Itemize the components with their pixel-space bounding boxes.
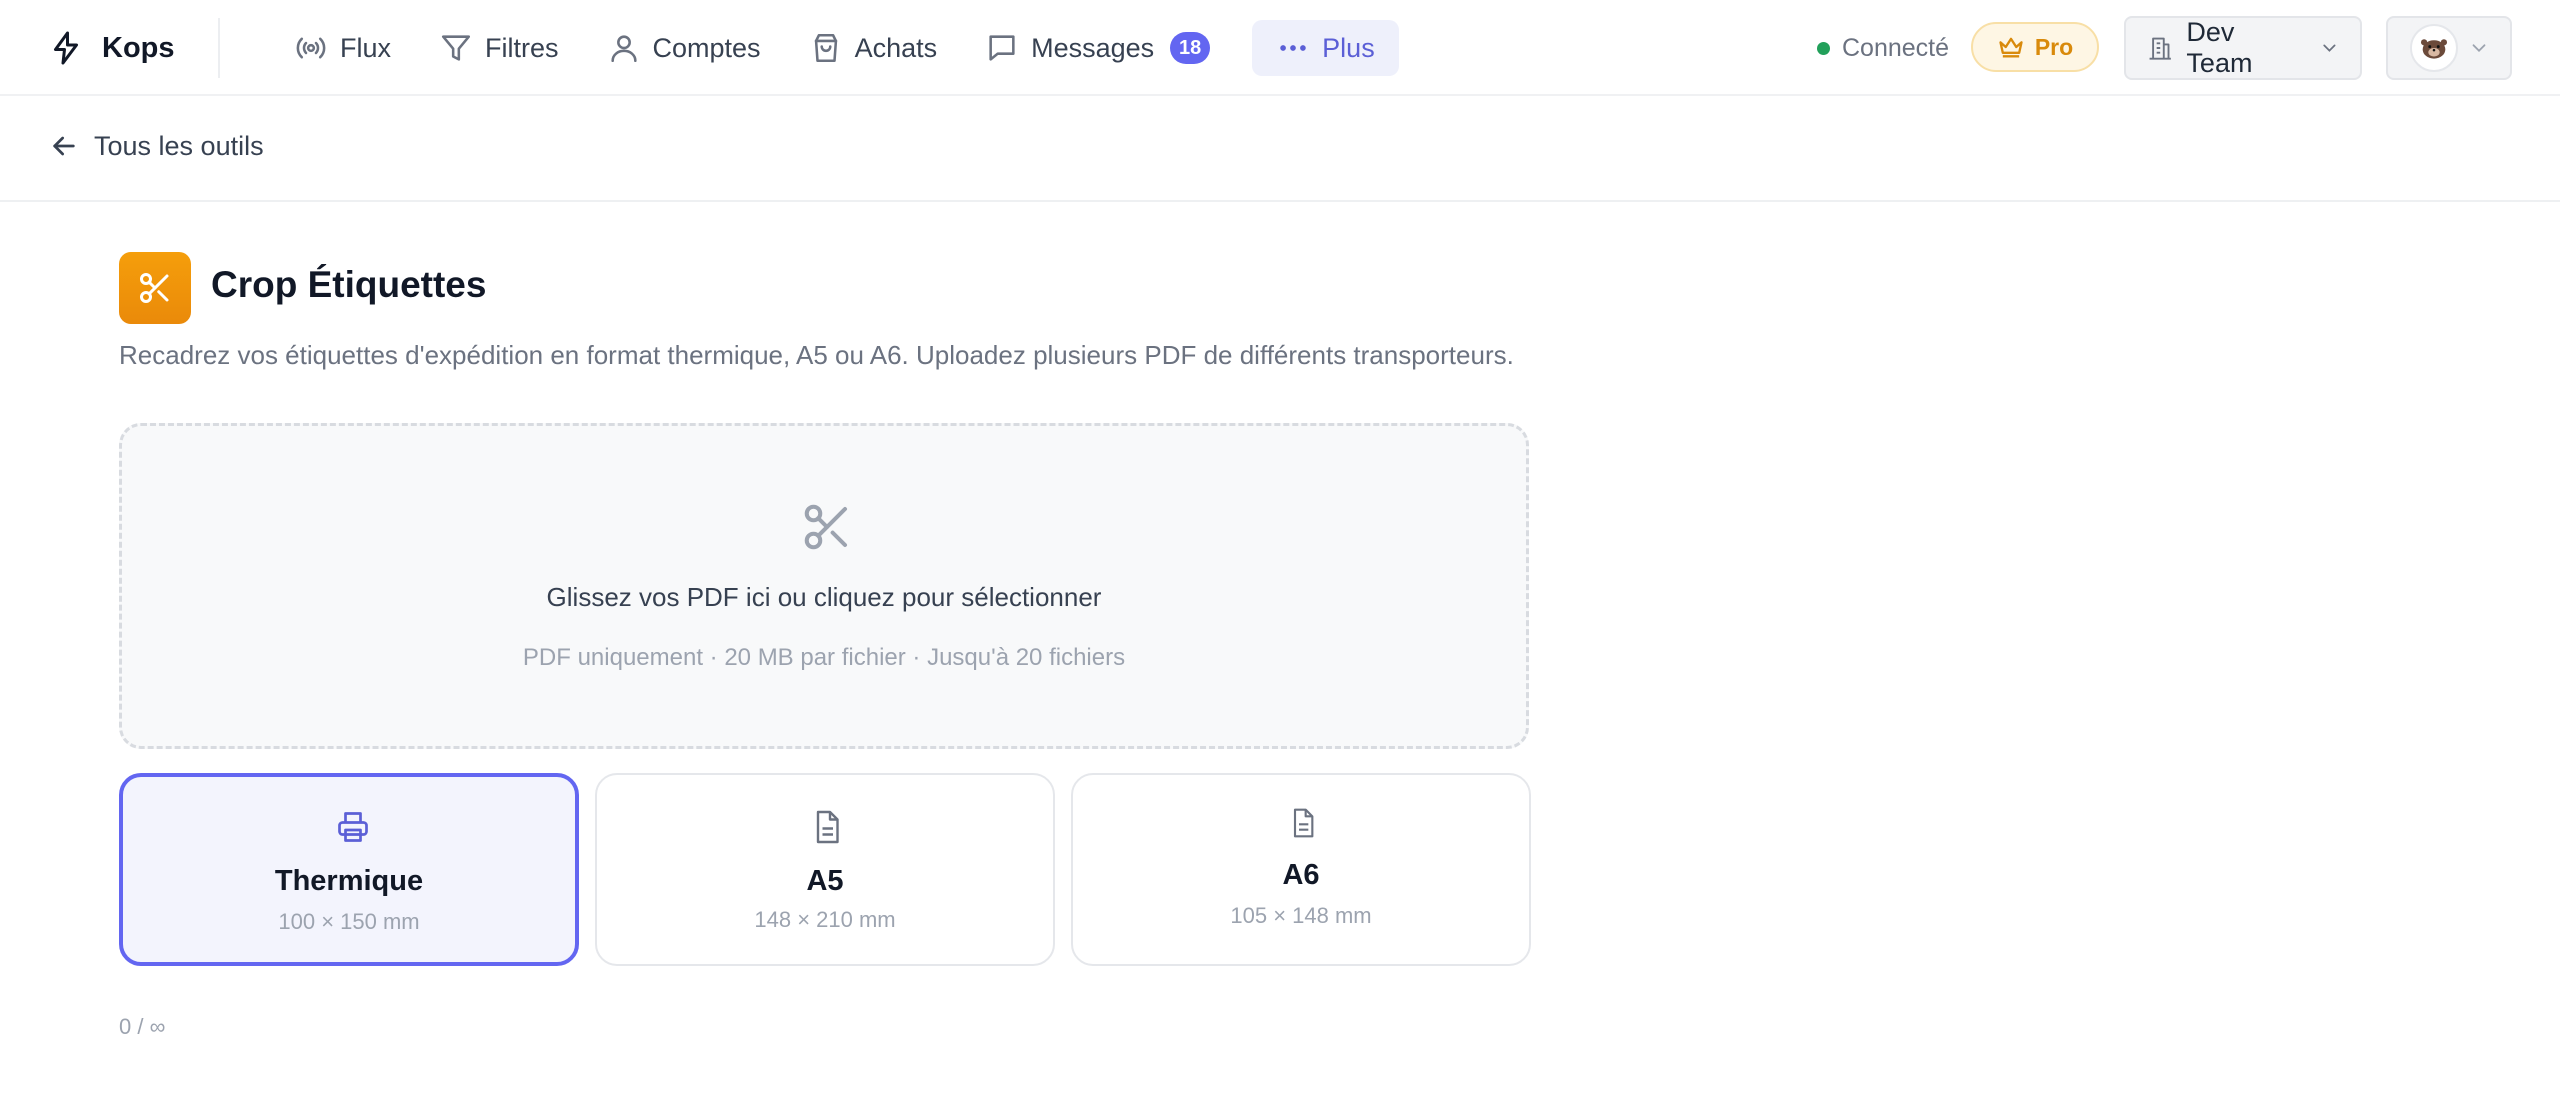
back-to-tools-link[interactable]: Tous les outils <box>48 130 264 162</box>
pro-plan-badge[interactable]: Pro <box>1971 22 2099 72</box>
more-icon <box>1280 45 1306 51</box>
user-menu[interactable] <box>2386 16 2512 80</box>
chevron-down-icon <box>2472 44 2486 53</box>
crown-icon <box>1999 37 2023 58</box>
message-icon <box>989 35 1015 61</box>
connection-status: Connecté <box>1817 30 1949 66</box>
nav-label: Comptes <box>652 32 761 63</box>
format-dimensions: 148 × 210 mm <box>754 907 896 932</box>
status-label: Connecté <box>1842 33 1950 62</box>
nav-item-comptes[interactable]: Comptes <box>593 20 775 76</box>
document-icon <box>816 810 839 844</box>
format-name: A6 <box>1282 859 1320 891</box>
scissors-icon <box>804 504 848 550</box>
format-dimensions: 100 × 150 mm <box>278 909 420 934</box>
nav-item-messages[interactable]: Messages 18 <box>971 20 1224 76</box>
file-counter: 0 / ∞ <box>119 1014 166 1039</box>
back-label: Tous les outils <box>94 130 264 161</box>
sub-header: Tous les outils <box>0 96 2560 202</box>
brand[interactable]: Kops <box>48 26 175 70</box>
format-card-a5[interactable]: A5 148 × 210 mm <box>595 773 1055 966</box>
format-card-a6[interactable]: A6 105 × 148 mm <box>1071 773 1531 966</box>
chevron-down-icon <box>2323 44 2336 52</box>
team-name: Dev Team <box>2186 17 2253 78</box>
format-card-thermique[interactable]: Thermique 100 × 150 mm <box>119 773 579 966</box>
scissors-icon <box>140 273 169 303</box>
nav-item-achats[interactable]: Achats <box>795 20 952 76</box>
nav-label: Flux <box>340 32 392 63</box>
status-dot <box>1817 41 1830 55</box>
broadcast-icon <box>296 37 326 59</box>
format-name: A5 <box>806 865 844 897</box>
format-dimensions: 105 × 148 mm <box>1230 903 1372 928</box>
nav-item-filtres[interactable]: Filtres <box>425 20 573 76</box>
dropzone-instruction: Glissez vos PDF ici ou cliquez pour séle… <box>546 582 1102 612</box>
nav-item-plus[interactable]: Plus <box>1252 20 1399 76</box>
filter-icon <box>441 35 471 61</box>
avatar <box>2410 24 2458 72</box>
dropzone-constraints: PDF uniquement · 20 MB par fichier · Jus… <box>522 644 1126 671</box>
plan-label: Pro <box>2034 33 2074 60</box>
team-selector[interactable]: Dev Team <box>2124 16 2362 80</box>
brand-divider <box>218 18 220 78</box>
lightning-logo-icon <box>54 31 78 65</box>
nav-label: Filtres <box>485 32 559 63</box>
format-name: Thermique <box>274 865 424 897</box>
brand-name: Kops <box>102 31 175 64</box>
tool-icon-badge <box>119 252 191 324</box>
nav-item-flux[interactable]: Flux <box>280 20 405 76</box>
messages-count-badge: 18 <box>1170 32 1211 64</box>
otter-avatar-icon <box>2420 39 2448 59</box>
top-navigation-bar: Kops Flux Filtres Comptes Achats Message… <box>0 0 2560 96</box>
document-icon <box>1293 808 1314 838</box>
nav-label: Achats <box>854 32 938 63</box>
printer-icon <box>338 812 368 842</box>
arrow-left-icon <box>53 136 75 156</box>
page-title: Crop Étiquettes <box>211 264 487 305</box>
nav-label: Messages <box>1031 32 1155 63</box>
building-icon <box>2149 37 2171 60</box>
main-nav: Flux Filtres Comptes Achats Messages 18 … <box>280 20 1419 76</box>
nav-label: Plus <box>1322 32 1375 63</box>
page-description: Recadrez vos étiquettes d'expédition en … <box>119 340 1514 370</box>
pdf-dropzone[interactable]: Glissez vos PDF ici ou cliquez pour séle… <box>119 423 1529 749</box>
shopping-bag-icon <box>814 33 837 63</box>
user-icon <box>610 35 637 63</box>
